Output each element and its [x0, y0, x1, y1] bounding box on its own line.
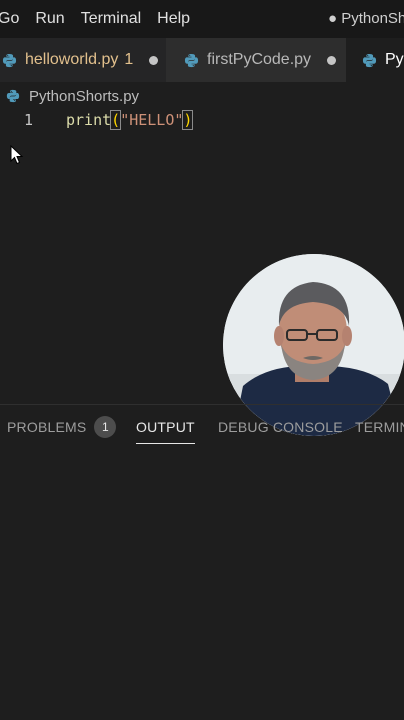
code-string: "HELLO" — [120, 111, 184, 129]
panel-tab-bar: PROBLEMS 1 OUTPUT DEBUG CONSOLE TERMIN — [0, 405, 404, 451]
code-function: print — [66, 111, 112, 129]
code-open-paren: ( — [110, 110, 122, 130]
editor-tab-bar: helloworld.py 1 firstPyCode.py Py — [0, 38, 404, 82]
tab-problems[interactable]: PROBLEMS 1 — [7, 405, 117, 449]
tab-output[interactable]: OUTPUT — [136, 405, 195, 444]
menu-bar: Go Run Terminal Help ● PythonSh — [0, 0, 404, 38]
breadcrumb[interactable]: PythonShorts.py — [6, 86, 139, 106]
tab-firstpycode-label: firstPyCode.py — [207, 51, 312, 68]
breadcrumb-file[interactable]: PythonShorts.py — [29, 88, 139, 105]
tab-terminal[interactable]: TERMIN — [355, 405, 404, 449]
tab-helloworld-label: helloworld.py — [25, 51, 119, 68]
tab-helloworld[interactable]: helloworld.py 1 — [0, 38, 167, 82]
tab-problems-count: 1 — [124, 51, 134, 68]
problems-count-badge: 1 — [94, 416, 117, 439]
window-title: ● PythonSh — [328, 10, 404, 27]
tab-debug-console-label: DEBUG CONSOLE — [218, 419, 343, 435]
code-close-paren: ) — [182, 110, 194, 130]
python-file-icon — [6, 89, 20, 103]
mouse-pointer-icon — [10, 145, 24, 165]
code-line[interactable]: 1 print("HELLO") — [0, 110, 404, 132]
tab-pythonshorts[interactable]: Py — [346, 38, 404, 82]
modified-dot-icon[interactable] — [149, 55, 159, 65]
menu-run[interactable]: Run — [35, 10, 64, 28]
tab-output-label: OUTPUT — [136, 419, 195, 435]
line-number: 1 — [24, 111, 34, 129]
output-panel[interactable] — [0, 451, 404, 720]
python-file-icon — [184, 53, 199, 67]
modified-dot-icon[interactable] — [327, 55, 337, 65]
code-text[interactable]: print("HELLO") — [66, 110, 194, 130]
tab-firstpycode[interactable]: firstPyCode.py — [166, 38, 363, 82]
python-file-icon — [362, 53, 377, 67]
python-file-icon — [2, 53, 17, 67]
tab-pythonshorts-label: Py — [385, 51, 404, 68]
tab-terminal-label: TERMIN — [355, 419, 404, 435]
tab-problems-label: PROBLEMS — [7, 419, 87, 435]
menu-go[interactable]: Go — [0, 10, 19, 28]
tab-debug-console[interactable]: DEBUG CONSOLE — [218, 405, 343, 449]
menu-help[interactable]: Help — [157, 10, 190, 28]
menu-terminal[interactable]: Terminal — [81, 10, 141, 28]
